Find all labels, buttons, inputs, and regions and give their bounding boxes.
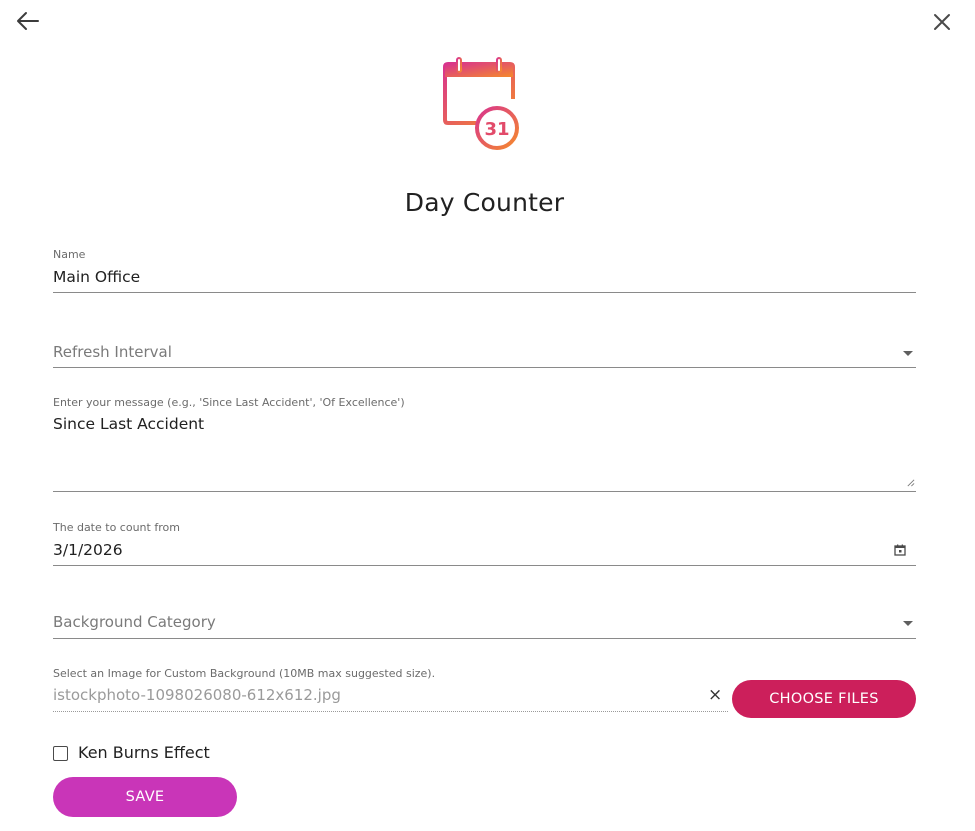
custom-background-label: Select an Image for Custom Background (1… <box>53 667 436 680</box>
caret-down-icon[interactable] <box>903 621 913 626</box>
name-label: Name <box>53 248 86 261</box>
name-field[interactable]: Name Main Office <box>53 248 916 294</box>
refresh-interval-placeholder: Refresh Interval <box>53 343 172 361</box>
count-from-date-field[interactable]: The date to count from 3/1/2026 <box>53 521 916 567</box>
calendar-clock-icon: 31 <box>443 57 522 152</box>
file-name-display: istockphoto-1098026080-612x612.jpg <box>53 686 341 704</box>
page-title: Day Counter <box>404 188 565 217</box>
name-underline <box>53 292 916 293</box>
ken-burns-label[interactable]: Ken Burns Effect <box>78 743 210 762</box>
message-underline <box>53 491 916 492</box>
count-from-input[interactable]: 3/1/2026 <box>53 541 123 559</box>
choose-files-button[interactable]: CHOOSE FILES <box>732 680 916 718</box>
refresh-interval-select[interactable]: Refresh Interval <box>53 342 916 368</box>
close-icon[interactable] <box>930 10 954 34</box>
clear-file-button[interactable]: × <box>708 685 722 705</box>
arrow-left-icon[interactable] <box>14 9 42 33</box>
day-counter-dialog: 31 Day Counter Name Main Office Refresh … <box>0 0 975 831</box>
ken-burns-checkbox[interactable] <box>53 746 68 761</box>
count-from-label: The date to count from <box>53 521 180 534</box>
background-category-select[interactable]: Background Category <box>53 612 916 639</box>
background-category-placeholder: Background Category <box>53 613 216 631</box>
save-button[interactable]: SAVE <box>53 777 237 817</box>
resize-handle-icon[interactable] <box>906 478 915 487</box>
logo-number: 31 <box>484 119 509 140</box>
count-from-underline <box>53 565 916 566</box>
file-underline <box>53 711 728 712</box>
background-category-underline <box>53 638 916 639</box>
calendar-icon[interactable] <box>894 544 906 556</box>
message-label: Enter your message (e.g., 'Since Last Ac… <box>53 396 405 409</box>
message-textarea[interactable]: Enter your message (e.g., 'Since Last Ac… <box>53 396 916 492</box>
caret-down-icon[interactable] <box>903 351 913 356</box>
name-input[interactable]: Main Office <box>53 268 140 286</box>
custom-background-file-field: Select an Image for Custom Background (1… <box>53 667 728 713</box>
refresh-interval-underline <box>53 367 916 368</box>
message-input[interactable]: Since Last Accident <box>53 415 204 433</box>
